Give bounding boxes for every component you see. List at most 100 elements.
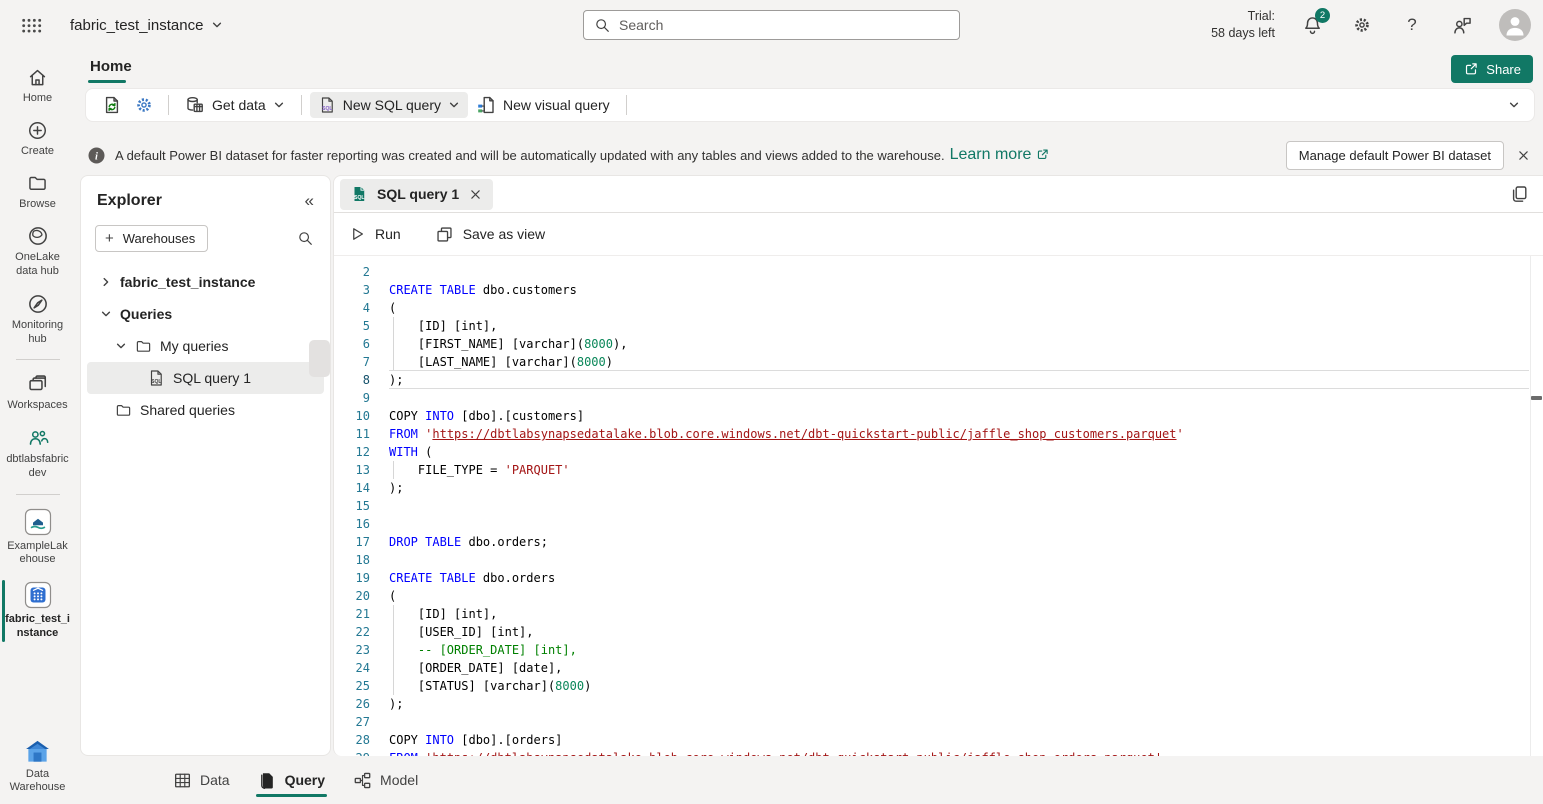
sidebar-item-label: Create: [21, 145, 54, 159]
code-line-5[interactable]: 5 [ID] [int],: [334, 317, 1543, 335]
code-line-6[interactable]: 6 [FIRST_NAME] [varchar](8000),: [334, 335, 1543, 353]
sidebar-item-onelake-data-hub[interactable]: OneLake data hub: [0, 218, 75, 286]
sidebar-item-workspaces[interactable]: Workspaces: [0, 366, 75, 420]
manage-default-dataset-button[interactable]: Manage default Power BI dataset: [1286, 141, 1504, 170]
code-line-23[interactable]: 23 -- [ORDER_DATE] [int],: [334, 641, 1543, 659]
sidebar-item-monitoring-hub[interactable]: Monitoring hub: [0, 286, 75, 354]
chevron-right-icon[interactable]: [100, 276, 112, 288]
folder-sm-icon: [135, 338, 152, 355]
close-tab-icon[interactable]: [468, 187, 483, 202]
tree-item-queries[interactable]: Queries: [87, 298, 324, 330]
tree-item-sql-query-1[interactable]: SQLSQL query 1: [87, 362, 324, 394]
tree-item-fabric-test-instance[interactable]: fabric_test_instance: [87, 266, 324, 298]
refresh-script-button[interactable]: [96, 91, 128, 119]
account-button[interactable]: [1499, 9, 1531, 41]
code-line-8[interactable]: 8);: [334, 371, 1543, 389]
line-number: 28: [334, 731, 370, 749]
line-number: 12: [334, 443, 370, 461]
settings-button[interactable]: [1349, 12, 1375, 38]
sidebar-item-label: fabric_test_instance: [5, 613, 71, 641]
search-input[interactable]: [619, 17, 949, 33]
editor-overview-ruler[interactable]: [1530, 256, 1543, 756]
settings-button[interactable]: [128, 91, 160, 119]
tree-item-shared-queries[interactable]: Shared queries: [87, 394, 324, 426]
toolbar-divider: [301, 95, 302, 115]
sidebar-item-examplelakehouse[interactable]: ExampleLakehouse: [0, 501, 75, 575]
lakehouse-tile-icon: [24, 508, 52, 536]
sidebar-item-browse[interactable]: Browse: [0, 166, 75, 219]
code-line-2[interactable]: 2: [334, 263, 1543, 281]
view-tab-model[interactable]: Model: [353, 756, 418, 804]
code-line-10[interactable]: 10COPY INTO [dbo].[customers]: [334, 407, 1543, 425]
new-sql-query-button[interactable]: SQLNew SQL query: [310, 92, 468, 118]
save-as-view-button[interactable]: Save as view: [435, 225, 545, 244]
code-line-25[interactable]: 25 [STATUS] [varchar](8000): [334, 677, 1543, 695]
panel-resize-handle[interactable]: [309, 340, 330, 377]
code-line-21[interactable]: 21 [ID] [int],: [334, 605, 1543, 623]
chevron-down-icon[interactable]: [115, 340, 127, 352]
notifications-button[interactable]: 2: [1299, 12, 1325, 38]
sidebar-item-label: Workspaces: [7, 399, 67, 413]
code-line-12[interactable]: 12WITH (: [334, 443, 1543, 461]
copy-icon[interactable]: [1509, 184, 1529, 204]
code-line-3[interactable]: 3CREATE TABLE dbo.customers: [334, 281, 1543, 299]
code-line-16[interactable]: 16: [334, 515, 1543, 533]
folder-icon: [27, 173, 48, 194]
query-toolbar: Run Save as view: [334, 213, 1543, 256]
line-content: COPY INTO [dbo].[orders]: [389, 731, 1529, 749]
line-content: CREATE TABLE dbo.customers: [389, 281, 1529, 299]
sidebar-item-create[interactable]: Create: [0, 113, 75, 166]
run-button[interactable]: Run: [348, 225, 401, 243]
sql-code-editor[interactable]: 23CREATE TABLE dbo.customers4(5 [ID] [in…: [334, 256, 1543, 756]
workspace-switcher[interactable]: fabric_test_instance: [70, 17, 223, 34]
view-tab-data[interactable]: Data: [173, 756, 230, 804]
code-line-14[interactable]: 14);: [334, 479, 1543, 497]
code-line-28[interactable]: 28 COPY INTO [dbo].[orders]: [334, 731, 1543, 749]
code-line-29[interactable]: 29FROM 'https://dbtlabsynapsedatalake.bl…: [334, 749, 1543, 756]
chevron-down-icon[interactable]: [100, 308, 112, 320]
get-data-button[interactable]: Get data: [177, 91, 293, 119]
refresh-script-icon: [102, 95, 122, 115]
new-visual-query-button[interactable]: New visual query: [468, 91, 618, 119]
rail-divider: [16, 494, 60, 495]
learn-more-link[interactable]: Learn more: [950, 146, 1051, 164]
help-button[interactable]: ?: [1399, 12, 1425, 38]
line-content: (: [389, 587, 1529, 605]
toolbar-expand-chevron-icon[interactable]: [1504, 95, 1524, 115]
global-search[interactable]: [583, 10, 960, 40]
sidebar-item-dbtlabsfabricdev[interactable]: dbtlabsfabricdev: [0, 420, 75, 488]
collapse-explorer-icon[interactable]: «: [305, 191, 314, 211]
line-number: 18: [334, 551, 370, 569]
code-line-18[interactable]: 18: [334, 551, 1543, 569]
tab-sql-query-1[interactable]: SQL SQL query 1: [340, 179, 493, 210]
line-number: 2: [334, 263, 370, 281]
code-line-27[interactable]: 27: [334, 713, 1543, 731]
code-line-9[interactable]: 9: [334, 389, 1543, 407]
code-line-7[interactable]: 7 [LAST_NAME] [varchar](8000): [334, 353, 1543, 371]
sidebar-item-fabric-test-instance[interactable]: fabric_test_instance: [0, 574, 75, 648]
command-bar: Get data SQLNew SQL queryNew visual query: [85, 88, 1535, 122]
code-line-19[interactable]: 19CREATE TABLE dbo.orders: [334, 569, 1543, 587]
view-switcher-bar: Data Query Model: [75, 756, 1543, 804]
code-line-13[interactable]: 13 FILE_TYPE = 'PARQUET': [334, 461, 1543, 479]
feedback-button[interactable]: [1449, 12, 1475, 38]
add-warehouses-button[interactable]: + Warehouses: [95, 225, 208, 252]
code-line-22[interactable]: 22 [USER_ID] [int],: [334, 623, 1543, 641]
explorer-search-icon[interactable]: [297, 230, 314, 247]
code-line-17[interactable]: 17DROP TABLE dbo.orders;: [334, 533, 1543, 551]
banner-close-icon[interactable]: [1516, 148, 1531, 163]
app-launcher-button[interactable]: [6, 0, 56, 50]
sidebar-item-data-warehouse[interactable]: Data Warehouse: [0, 732, 75, 803]
code-line-4[interactable]: 4(: [334, 299, 1543, 317]
sidebar-item-home[interactable]: Home: [0, 60, 75, 113]
code-line-20[interactable]: 20(: [334, 587, 1543, 605]
ribbon-tab-home[interactable]: Home: [88, 54, 134, 79]
code-line-26[interactable]: 26);: [334, 695, 1543, 713]
code-line-15[interactable]: 15: [334, 497, 1543, 515]
tree-item-my-queries[interactable]: My queries: [87, 330, 324, 362]
share-button[interactable]: Share: [1451, 55, 1533, 83]
code-line-11[interactable]: 11FROM 'https://dbtlabsynapsedatalake.bl…: [334, 425, 1543, 443]
sidebar-item-label: Home: [23, 92, 52, 106]
code-line-24[interactable]: 24 [ORDER_DATE] [date],: [334, 659, 1543, 677]
view-tab-query[interactable]: Query: [258, 756, 325, 804]
